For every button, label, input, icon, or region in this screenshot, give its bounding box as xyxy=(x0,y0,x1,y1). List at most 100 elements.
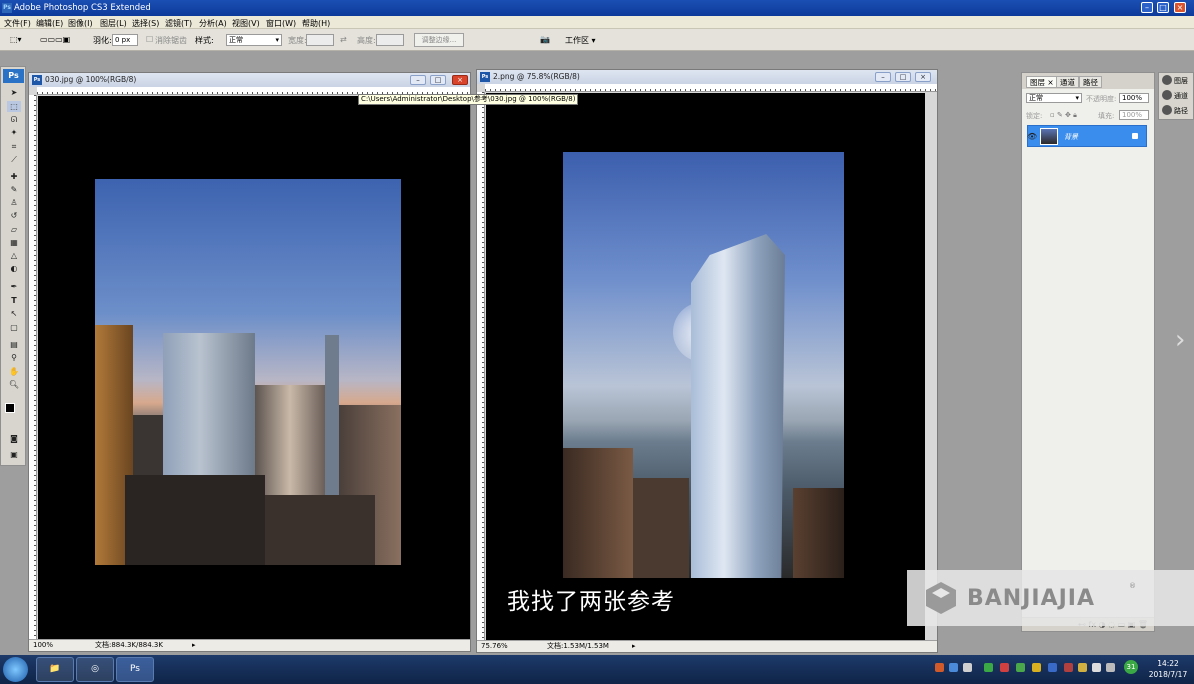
doc2-maximize-button[interactable]: □ xyxy=(895,72,911,82)
menu-file[interactable]: 文件(F) xyxy=(4,18,31,29)
tray-icon[interactable] xyxy=(949,663,958,672)
chevron-right-icon[interactable]: › xyxy=(1175,325,1185,355)
dodge-tool-icon[interactable]: ◐ xyxy=(7,263,21,274)
dock-item-paths[interactable]: 路径 xyxy=(1162,104,1188,118)
menu-image[interactable]: 图像(I) xyxy=(68,18,93,29)
crop-tool-icon[interactable]: ⌗ xyxy=(7,141,21,152)
magic-wand-tool-icon[interactable]: ✦ xyxy=(7,127,21,138)
type-tool-icon[interactable]: T xyxy=(7,295,21,306)
taskbar-clock[interactable]: 14:22 2018/7/17 xyxy=(1146,658,1190,680)
eyedropper-tool-icon[interactable]: ⚲ xyxy=(7,352,21,363)
doc2-ruler-top[interactable] xyxy=(485,84,937,92)
network-icon[interactable] xyxy=(1106,663,1115,672)
workspace-button[interactable]: 工作区 ▾ xyxy=(565,35,596,46)
lasso-tool-icon[interactable]: ᘏ xyxy=(7,114,21,125)
refine-edge-button[interactable]: 调整边缘... xyxy=(414,33,464,47)
blur-tool-icon[interactable]: △ xyxy=(7,250,21,261)
height-input[interactable] xyxy=(376,34,404,46)
shape-tool-icon[interactable]: ▢ xyxy=(7,322,21,333)
tray-icon[interactable] xyxy=(1032,663,1041,672)
lock-icons[interactable]: ▫ ✎ ✥ 🔒︎ xyxy=(1050,111,1077,120)
tab-paths[interactable]: 路径 xyxy=(1079,76,1102,88)
menu-layer[interactable]: 图层(L) xyxy=(100,18,127,29)
menu-select[interactable]: 选择(S) xyxy=(132,18,159,29)
photoshop-taskbar-button[interactable]: Ps xyxy=(116,657,154,682)
tab-layers[interactable]: 图层 × xyxy=(1026,76,1058,88)
doc1-status-arrow-icon[interactable]: ▸ xyxy=(192,640,196,651)
doc1-maximize-button[interactable]: □ xyxy=(430,75,446,85)
menu-help[interactable]: 帮助(H) xyxy=(302,18,330,29)
doc1-minimize-button[interactable]: – xyxy=(410,75,426,85)
zoom-tool-icon[interactable]: 🔍︎ xyxy=(7,379,21,390)
explorer-taskbar-icon[interactable]: 📁 xyxy=(36,657,74,682)
start-button[interactable] xyxy=(3,657,28,682)
volume-icon[interactable] xyxy=(1092,663,1101,672)
swap-icon[interactable]: ⇄ xyxy=(340,35,347,44)
opacity-input[interactable]: 100% xyxy=(1119,93,1149,103)
marquee-tool-icon[interactable]: ⬚ xyxy=(7,101,21,112)
width-input[interactable] xyxy=(306,34,334,46)
tray-icon[interactable] xyxy=(1064,663,1073,672)
menu-view[interactable]: 视图(V) xyxy=(232,18,260,29)
feather-input[interactable]: 0 px xyxy=(112,34,138,46)
pen-tool-icon[interactable]: ✒ xyxy=(7,281,21,292)
fill-input[interactable]: 100% xyxy=(1119,110,1149,120)
doc1-canvas[interactable] xyxy=(38,96,470,639)
building xyxy=(563,448,633,578)
tray-icon[interactable] xyxy=(963,663,972,672)
menu-window[interactable]: 窗口(W) xyxy=(266,18,296,29)
quick-mask-icon[interactable]: ◙ xyxy=(7,433,21,444)
move-tool-icon[interactable]: ➤ xyxy=(7,87,21,98)
close-button[interactable]: × xyxy=(1174,2,1186,13)
stamp-tool-icon[interactable]: ♙ xyxy=(7,197,21,208)
doc1-zoom[interactable]: 100% xyxy=(33,640,53,651)
watermark-registered-mark: ® xyxy=(1129,582,1136,590)
healing-brush-icon[interactable]: ✚ xyxy=(7,171,21,182)
tray-icon[interactable] xyxy=(1048,663,1057,672)
hand-tool-icon[interactable]: ✋ xyxy=(7,366,21,377)
doc2-minimize-button[interactable]: – xyxy=(875,72,891,82)
minimize-button[interactable]: – xyxy=(1141,2,1153,13)
shield-icon[interactable] xyxy=(1016,663,1025,672)
tray-icon[interactable] xyxy=(1078,663,1087,672)
doc2-canvas[interactable] xyxy=(486,93,925,640)
screen-mode-icon[interactable]: ▣ xyxy=(7,449,21,460)
maximize-button[interactable]: □ xyxy=(1157,2,1169,13)
doc2-title-bar[interactable]: Ps 2.png @ 75.8%(RGB/8) – □ × xyxy=(477,70,937,84)
camera-icon[interactable]: 📷 xyxy=(540,35,550,44)
style-select[interactable]: 正常 ▾ xyxy=(226,34,282,46)
path-select-icon[interactable]: ↖ xyxy=(7,308,21,319)
antialias-checkbox[interactable]: ☐ xyxy=(146,35,153,44)
menu-edit[interactable]: 编辑(E) xyxy=(36,18,63,29)
tray-icon[interactable] xyxy=(984,663,993,672)
doc2-status-arrow-icon[interactable]: ▸ xyxy=(632,641,636,652)
marquee-tool-icon[interactable]: ⬚▾ xyxy=(10,35,22,44)
blend-mode-select[interactable]: 正常 ▾ xyxy=(1026,93,1082,103)
dock-item-channels[interactable]: 通道 xyxy=(1162,89,1188,103)
foreground-color-swatch[interactable] xyxy=(5,403,15,413)
document-window-2png: Ps 2.png @ 75.8%(RGB/8) – □ × 75.76% 文档:… xyxy=(476,69,938,653)
tray-badge[interactable]: 31 xyxy=(1124,660,1138,674)
eye-icon[interactable]: 👁︎ xyxy=(1027,132,1037,141)
layer-row-background[interactable]: 👁︎ 背景 xyxy=(1027,125,1147,147)
doc1-close-button[interactable]: × xyxy=(452,75,468,85)
slice-tool-icon[interactable]: ⟋ xyxy=(7,154,21,165)
dock-item-layers[interactable]: 图层 xyxy=(1162,74,1188,88)
tray-icon[interactable] xyxy=(1000,663,1009,672)
notes-tool-icon[interactable]: ▤ xyxy=(7,339,21,350)
doc2-close-button[interactable]: × xyxy=(915,72,931,82)
tab-channels[interactable]: 通道 xyxy=(1056,76,1079,88)
menu-filter[interactable]: 滤镜(T) xyxy=(165,18,192,29)
eraser-tool-icon[interactable]: ▱ xyxy=(7,224,21,235)
gradient-tool-icon[interactable]: ▦ xyxy=(7,237,21,248)
doc2-zoom[interactable]: 75.76% xyxy=(481,641,508,652)
selection-mode-icons[interactable]: ▭▭▭▣ xyxy=(40,35,70,44)
menu-analysis[interactable]: 分析(A) xyxy=(199,18,227,29)
doc1-ruler-left[interactable] xyxy=(29,95,37,639)
doc2-ruler-left[interactable] xyxy=(477,92,485,640)
brush-tool-icon[interactable]: ✎ xyxy=(7,184,21,195)
doc1-title-bar[interactable]: Ps 030.jpg @ 100%(RGB/8) – □ × xyxy=(29,73,470,87)
tray-icon[interactable] xyxy=(935,663,944,672)
app-taskbar-icon[interactable]: ◎ xyxy=(76,657,114,682)
history-brush-icon[interactable]: ↺ xyxy=(7,210,21,221)
